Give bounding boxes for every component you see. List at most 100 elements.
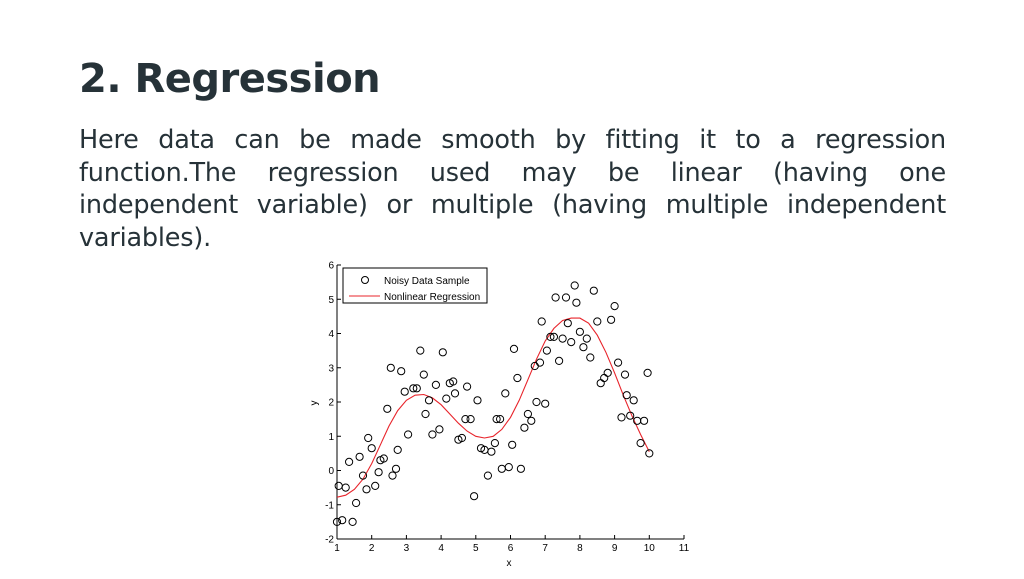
data-point: [520, 423, 529, 432]
y-tick-label: 1: [328, 432, 334, 443]
axes: 1 2 3 4 5 6 7 8 9 10 11 -2 -1 0 1 2 3 4 5 6: [325, 261, 690, 555]
data-point: [450, 389, 460, 398]
data-point: [364, 433, 373, 443]
x-tick-label: 3: [404, 543, 410, 554]
data-point: [636, 439, 645, 448]
data-point: [558, 334, 567, 343]
slide-title: 2. Regression: [79, 56, 381, 102]
data-point: [487, 447, 496, 456]
x-tick-label: 4: [438, 543, 444, 554]
data-point: [397, 367, 406, 376]
data-point: [391, 464, 401, 473]
data-point: [470, 492, 479, 501]
data-point: [431, 380, 440, 389]
data-point: [504, 463, 513, 472]
data-point: [345, 457, 354, 466]
legend: Noisy Data Sample Nonlinear Regression: [342, 267, 488, 304]
data-point: [610, 302, 619, 311]
legend-label-noisy-data: Noisy Data Sample: [384, 276, 470, 287]
data-point: [535, 358, 545, 367]
data-point: [582, 334, 591, 343]
y-tick-label: 2: [328, 398, 334, 409]
data-point: [473, 396, 482, 405]
data-point: [626, 411, 635, 420]
x-tick-label: 5: [473, 543, 479, 554]
data-point: [596, 379, 605, 388]
data-point: [575, 327, 584, 336]
data-point: [561, 293, 571, 302]
data-point: [563, 319, 572, 328]
data-point: [497, 464, 506, 473]
data-point: [516, 464, 525, 473]
slide-body-text: Here data can be made smooth by fitting …: [79, 125, 946, 253]
data-point: [463, 382, 472, 391]
y-tick-label: -1: [325, 500, 334, 511]
data-point: [341, 483, 350, 492]
data-point: [421, 409, 430, 419]
x-tick-label: 9: [612, 543, 618, 554]
data-point: [490, 439, 499, 448]
data-point: [483, 471, 492, 480]
x-tick-label: 6: [508, 543, 514, 554]
data-point: [334, 481, 343, 490]
data-point: [416, 346, 425, 355]
data-point: [352, 498, 361, 508]
x-tick-label: 11: [679, 543, 690, 554]
x-tick-label: 8: [577, 543, 583, 554]
y-tick-label: 3: [328, 363, 334, 374]
data-point: [622, 391, 631, 400]
y-tick-label: 5: [328, 295, 334, 306]
chart-svg: 1 2 3 4 5 6 7 8 9 10 11 -2 -1 0 1 2 3 4 5 6 Noisy Data Samp…: [309, 261, 690, 570]
x-tick-label: 2: [369, 543, 375, 554]
data-point: [586, 353, 595, 362]
data-point: [523, 409, 532, 419]
data-point: [371, 481, 380, 490]
y-tick-label: -2: [325, 535, 334, 546]
data-point: [400, 387, 409, 396]
data-point: [589, 286, 598, 295]
y-axis-label: y: [309, 401, 320, 406]
data-point: [362, 485, 371, 494]
data-point: [424, 396, 434, 405]
data-point: [442, 394, 451, 403]
data-point: [428, 430, 437, 439]
data-point: [383, 404, 392, 413]
y-tick-label: 4: [328, 329, 334, 340]
regression-chart: 1 2 3 4 5 6 7 8 9 10 11 -2 -1 0 1 2 3 4 5 6 Noisy Data Samp…: [300, 255, 700, 575]
data-points-layer: [332, 281, 654, 526]
data-point: [572, 298, 581, 307]
legend-label-regression: Nonlinear Regression: [384, 292, 480, 303]
data-point: [620, 370, 630, 379]
data-point: [466, 415, 475, 424]
data-point: [388, 471, 397, 480]
data-point: [355, 452, 364, 461]
data-point: [579, 343, 588, 352]
data-point: [513, 373, 522, 383]
data-point: [348, 517, 357, 526]
x-tick-label: 7: [542, 543, 548, 554]
data-point: [404, 430, 413, 439]
data-point: [617, 413, 626, 422]
x-tick-label: 10: [644, 543, 656, 554]
data-point: [393, 445, 402, 454]
data-point: [527, 416, 536, 425]
data-point: [607, 315, 616, 324]
data-point: [374, 468, 383, 477]
data-point: [643, 368, 652, 378]
data-point: [438, 348, 447, 357]
data-point: [629, 396, 638, 405]
data-point: [509, 344, 519, 354]
data-point: [419, 370, 428, 379]
data-point: [600, 373, 609, 383]
data-point: [603, 368, 612, 378]
data-point: [435, 425, 444, 434]
data-point: [542, 346, 551, 355]
data-point: [501, 389, 510, 398]
data-point: [614, 358, 623, 367]
data-point: [532, 397, 541, 407]
y-tick-label: 6: [328, 261, 334, 272]
data-point: [593, 317, 602, 326]
data-point: [555, 356, 564, 366]
data-point: [367, 444, 376, 453]
data-point: [508, 440, 517, 449]
